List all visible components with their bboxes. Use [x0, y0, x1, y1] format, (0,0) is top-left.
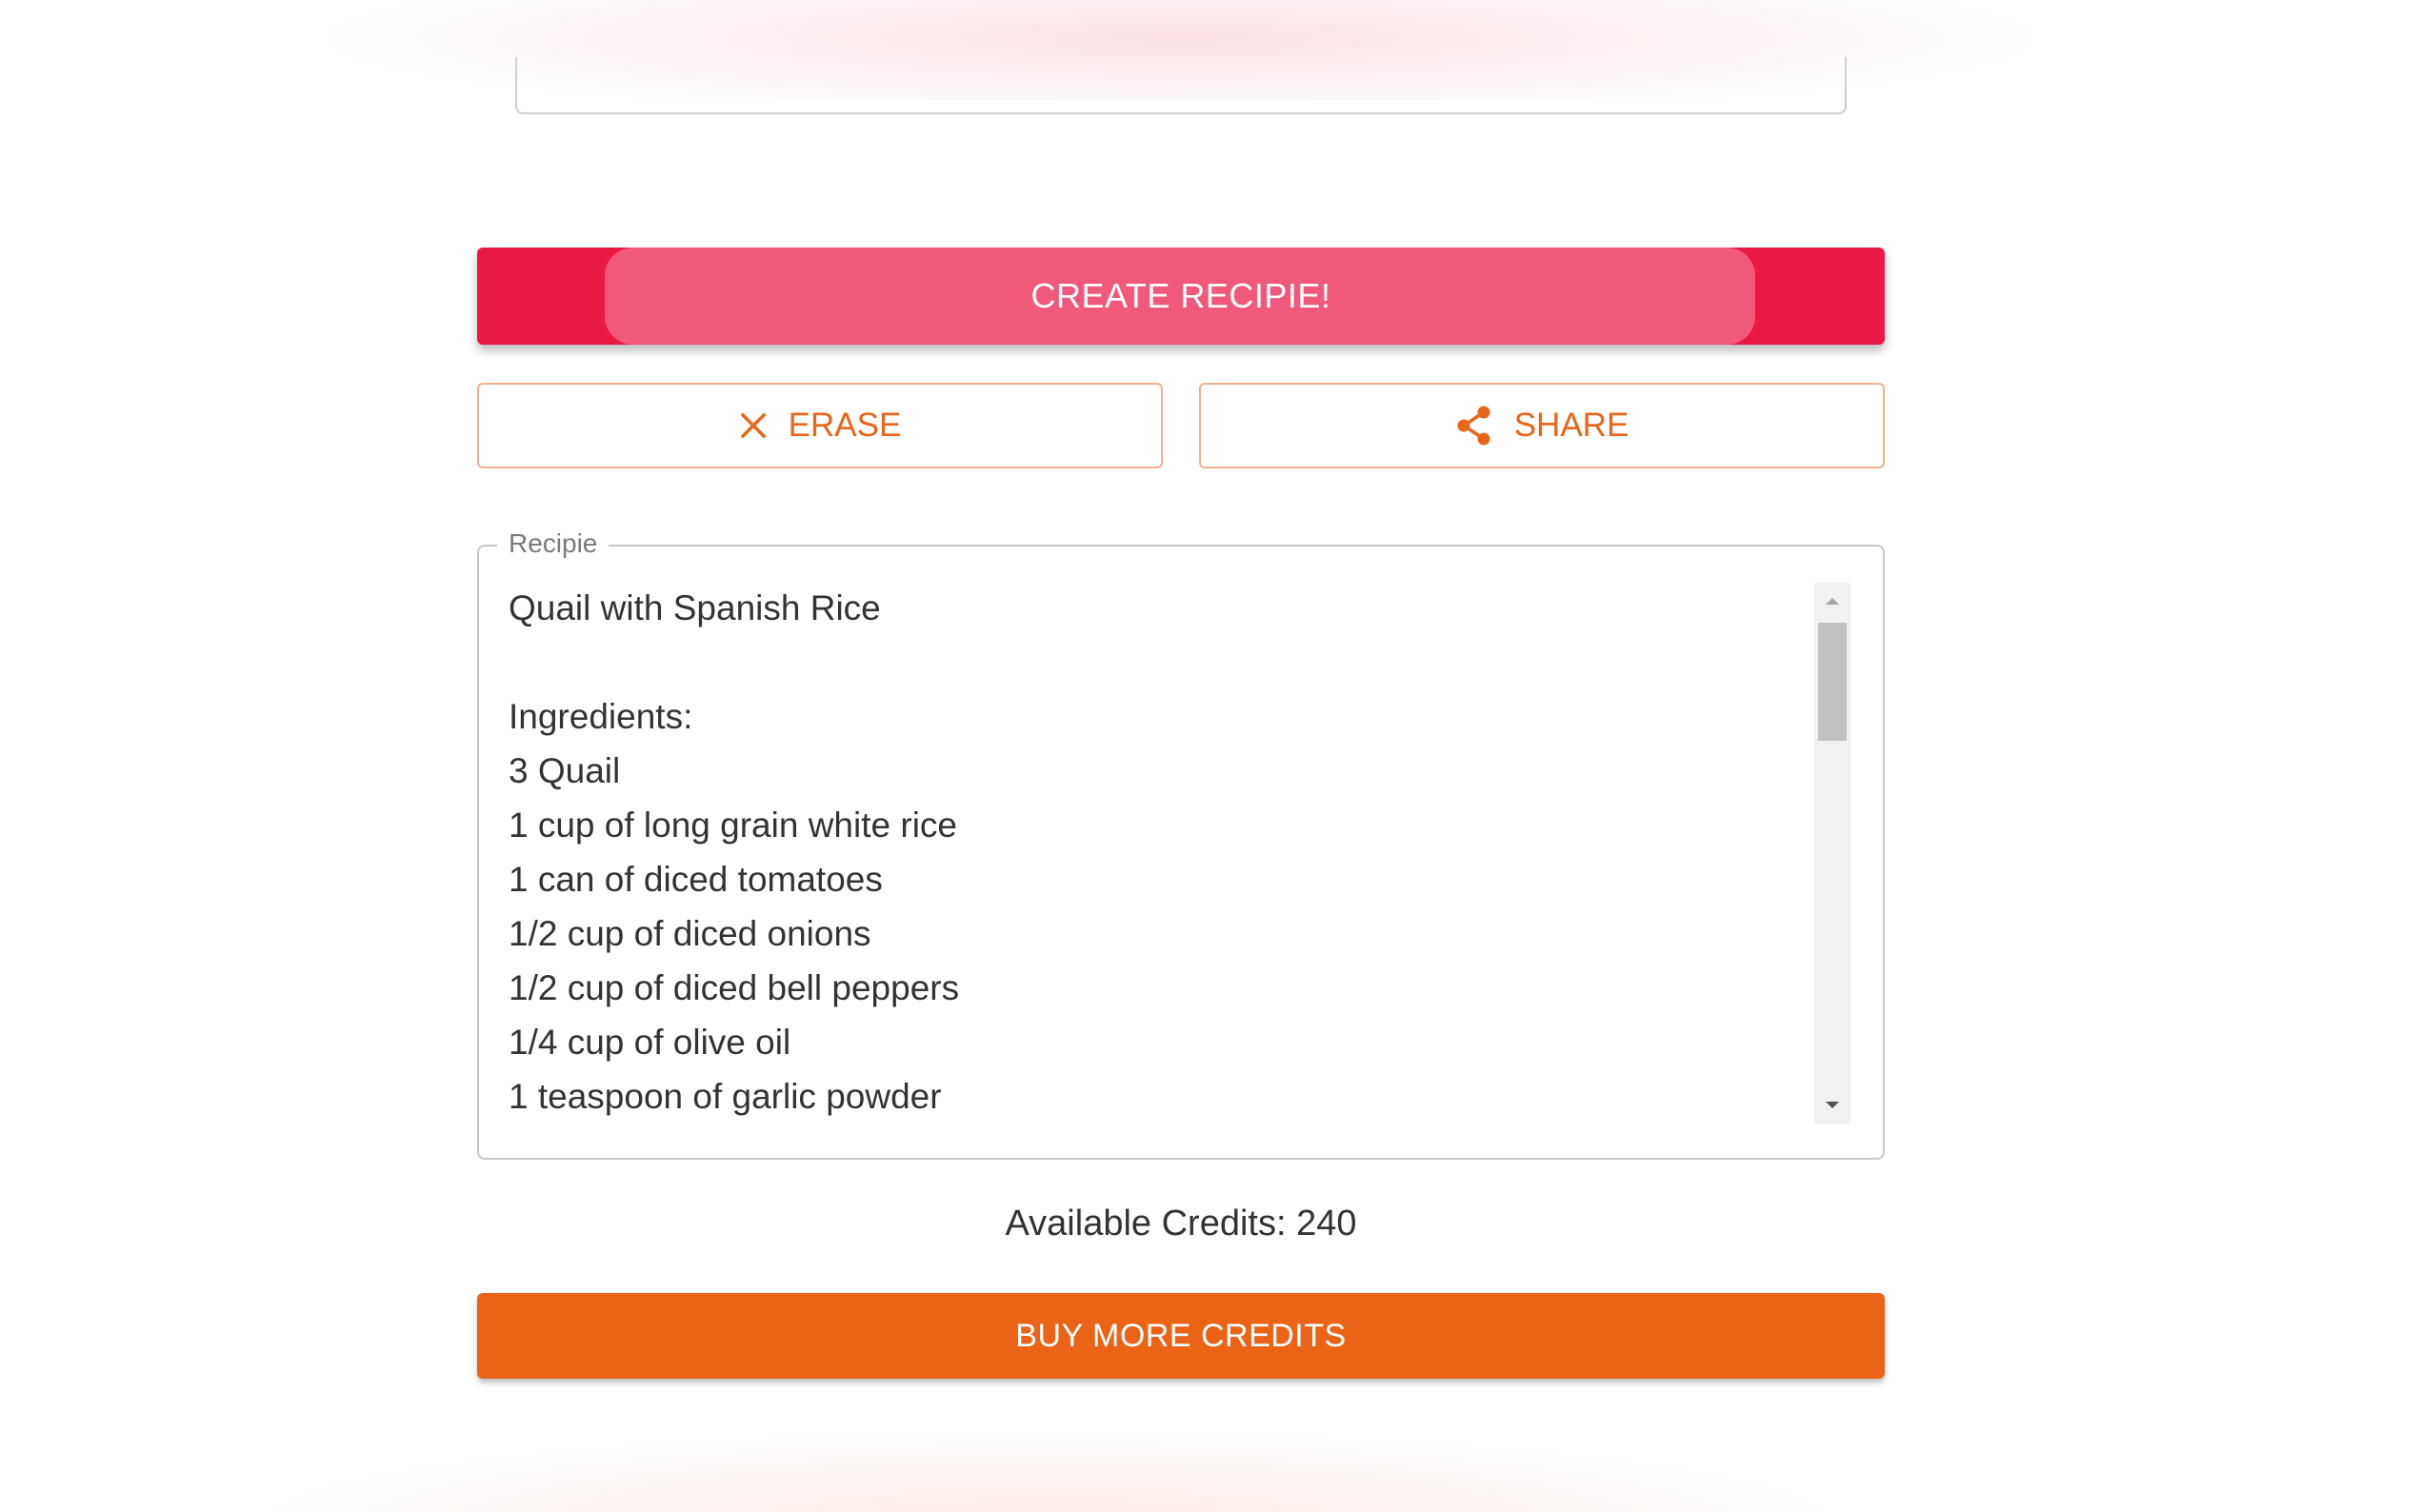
close-icon [739, 411, 768, 440]
scroll-up-icon[interactable] [1814, 585, 1850, 617]
recipe-textarea[interactable]: Quail with Spanish Rice Ingredients: 3 Q… [509, 581, 1794, 1124]
page: CREATE RECIPIE! ERASE SHARE Recipie Quai… [0, 0, 2419, 1512]
recipe-line: Quail with Spanish Rice [509, 588, 881, 627]
recipe-line: 1/2 cup of diced onions [509, 914, 871, 953]
share-label: SHARE [1513, 407, 1629, 444]
share-icon [1455, 405, 1493, 447]
recipe-line: 1 cup of long grain white rice [509, 806, 957, 845]
recipe-line: 3 Quail [509, 751, 621, 790]
buy-more-credits-button[interactable]: BUY MORE CREDITS [477, 1293, 1885, 1379]
recipe-scrollbar[interactable] [1814, 583, 1850, 1124]
erase-button[interactable]: ERASE [477, 383, 1163, 468]
recipe-line: 1/2 cup of diced bell peppers [509, 968, 960, 1007]
create-recipe-button[interactable]: CREATE RECIPIE! [477, 248, 1885, 345]
previous-input-field[interactable] [515, 57, 1847, 114]
recipe-line: 1/4 cup of olive oil [509, 1023, 791, 1062]
recipe-line: 1 teaspoon of garlic powder [509, 1077, 942, 1116]
scroll-thumb[interactable] [1818, 623, 1847, 741]
available-credits: Available Credits: 240 [1005, 1204, 1357, 1243]
recipe-line: 1 can of diced tomatoes [509, 860, 883, 899]
erase-label: ERASE [788, 407, 902, 444]
bottom-glow [0, 1419, 2419, 1512]
recipe-field-label: Recipie [497, 527, 610, 560]
scroll-down-icon[interactable] [1814, 1089, 1850, 1122]
recipe-line [509, 635, 1794, 689]
share-button[interactable]: SHARE [1199, 383, 1885, 468]
create-recipe-label: CREATE RECIPIE! [1030, 276, 1331, 315]
recipe-line: Ingredients: [509, 697, 693, 736]
